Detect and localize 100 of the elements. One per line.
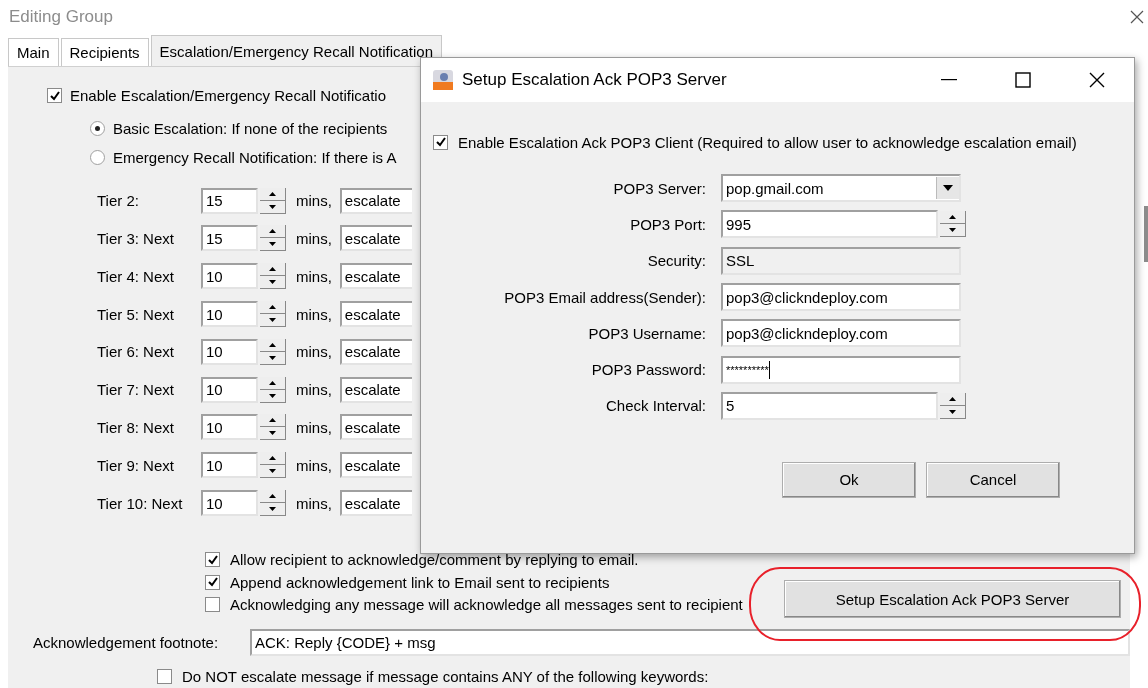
checkbox[interactable] xyxy=(157,668,172,684)
minutes-field[interactable]: 10 xyxy=(201,263,258,290)
down-arrow-icon[interactable] xyxy=(949,228,956,233)
spinner-control[interactable] xyxy=(260,376,286,403)
tier-label: Tier 5: Next xyxy=(97,305,175,323)
down-arrow-icon[interactable] xyxy=(269,242,276,247)
checkbox[interactable] xyxy=(433,134,448,150)
tab[interactable]: Escalation/Emergency Recall Notification xyxy=(150,35,443,66)
footnote-field[interactable]: ACK: Reply {CODE} + msg xyxy=(250,629,1130,657)
scrollbar-thumb[interactable] xyxy=(1144,206,1148,262)
checkbox[interactable] xyxy=(205,552,220,568)
radio-label: Basic Escalation: If none of the recipients xyxy=(113,120,388,138)
unit-label: mins, xyxy=(296,381,332,399)
tab[interactable]: Recipients xyxy=(60,38,149,66)
minutes-field[interactable]: 15 xyxy=(201,187,258,214)
radio-button[interactable] xyxy=(90,121,105,137)
down-arrow-icon[interactable] xyxy=(269,431,276,436)
number-field[interactable]: 5 xyxy=(721,391,938,420)
spinner-control[interactable] xyxy=(940,392,966,419)
action-field[interactable]: escalate xyxy=(339,263,412,290)
number-field[interactable]: 995 xyxy=(721,210,938,239)
tier-label: Tier 6: Next xyxy=(97,343,175,361)
minutes-field[interactable]: 10 xyxy=(201,452,258,479)
up-arrow-icon[interactable] xyxy=(269,305,276,310)
action-field[interactable]: escalate xyxy=(339,225,412,252)
text-field[interactable]: pop3@clickndeploy.com xyxy=(721,283,961,312)
unit-label: mins, xyxy=(296,267,332,285)
action-field[interactable]: escalate xyxy=(339,187,412,214)
up-arrow-icon[interactable] xyxy=(949,396,956,401)
up-arrow-icon[interactable] xyxy=(269,380,276,385)
action-field[interactable]: escalate xyxy=(339,414,412,441)
unit-label: mins, xyxy=(296,456,332,474)
minutes-field[interactable]: 10 xyxy=(201,338,258,365)
close-icon[interactable] xyxy=(1089,72,1105,88)
field-label: POP3 Port: xyxy=(629,215,706,233)
spinner-control[interactable] xyxy=(260,301,286,328)
checkbox[interactable] xyxy=(47,88,62,104)
field-label: POP3 Email address(Sender): xyxy=(503,288,706,306)
up-arrow-icon[interactable] xyxy=(269,229,276,234)
maximize-icon[interactable] xyxy=(1015,72,1031,88)
tab[interactable]: Main xyxy=(8,38,59,66)
spinner-control[interactable] xyxy=(940,211,966,238)
down-arrow-icon[interactable] xyxy=(949,409,956,414)
tier-label: Tier 4: Next xyxy=(97,267,175,285)
down-arrow-icon[interactable] xyxy=(269,204,276,209)
spinner-control[interactable] xyxy=(260,338,286,365)
checkbox-label: Enable Escalation/Emergency Recall Notificatio xyxy=(70,87,386,105)
down-arrow-icon[interactable] xyxy=(269,280,276,285)
spinner-control[interactable] xyxy=(260,452,286,479)
dialog-button[interactable]: Ok xyxy=(782,461,916,498)
down-arrow-icon[interactable] xyxy=(269,318,276,323)
minimize-icon[interactable] xyxy=(941,79,957,81)
field-label: Security: xyxy=(646,252,706,270)
unit-label: mins, xyxy=(296,418,332,436)
up-arrow-icon[interactable] xyxy=(269,418,276,423)
up-arrow-icon[interactable] xyxy=(949,215,956,220)
tier-label: Tier 3: Next xyxy=(97,229,175,247)
down-arrow-icon[interactable] xyxy=(269,393,276,398)
unit-label: mins, xyxy=(296,494,332,512)
checkbox[interactable] xyxy=(205,597,220,613)
spinner-control[interactable] xyxy=(260,490,286,517)
minutes-field[interactable]: 15 xyxy=(201,225,258,252)
dialog-button[interactable]: Cancel xyxy=(926,461,1060,498)
checkbox-label: Enable Escalation Ack POP3 Client (Required to allow user to acknowledge escalation email) xyxy=(458,133,1077,151)
action-field[interactable]: escalate xyxy=(339,490,412,517)
minutes-field[interactable]: 10 xyxy=(201,490,258,517)
footnote-label: Acknowledgement footnote: xyxy=(33,634,220,652)
window-title: Editing Group xyxy=(9,7,113,27)
field-label: POP3 Username: xyxy=(587,324,706,342)
password-field[interactable]: ********** xyxy=(721,355,961,384)
spinner-control[interactable] xyxy=(260,263,286,290)
server-dropdown[interactable]: pop.gmail.com xyxy=(721,174,961,203)
up-arrow-icon[interactable] xyxy=(269,456,276,461)
minutes-field[interactable]: 10 xyxy=(201,301,258,328)
security-field: SSL xyxy=(721,246,961,275)
up-arrow-icon[interactable] xyxy=(269,342,276,347)
unit-label: mins, xyxy=(296,305,332,323)
checkbox[interactable] xyxy=(205,574,220,590)
unit-label: mins, xyxy=(296,192,332,210)
action-field[interactable]: escalate xyxy=(339,452,412,479)
up-arrow-icon[interactable] xyxy=(269,494,276,499)
radio-button[interactable] xyxy=(90,150,105,166)
action-field[interactable]: escalate xyxy=(339,376,412,403)
down-arrow-icon[interactable] xyxy=(269,507,276,512)
spinner-control[interactable] xyxy=(260,187,286,214)
action-field[interactable]: escalate xyxy=(339,301,412,328)
action-field[interactable]: escalate xyxy=(339,338,412,365)
spinner-control[interactable] xyxy=(260,225,286,252)
spinner-control[interactable] xyxy=(260,414,286,441)
minutes-field[interactable]: 10 xyxy=(201,414,258,441)
up-arrow-icon[interactable] xyxy=(269,191,276,196)
up-arrow-icon[interactable] xyxy=(269,267,276,272)
checkbox-label: Allow recipient to acknowledge/comment by replying to email. xyxy=(230,551,639,569)
unit-label: mins, xyxy=(296,229,332,247)
setup-server-button[interactable]: Setup Escalation Ack POP3 Server xyxy=(784,580,1121,619)
down-arrow-icon[interactable] xyxy=(269,469,276,474)
close-icon[interactable] xyxy=(1130,10,1144,24)
text-field[interactable]: pop3@clickndeploy.com xyxy=(721,319,961,348)
down-arrow-icon[interactable] xyxy=(269,355,276,360)
minutes-field[interactable]: 10 xyxy=(201,376,258,403)
